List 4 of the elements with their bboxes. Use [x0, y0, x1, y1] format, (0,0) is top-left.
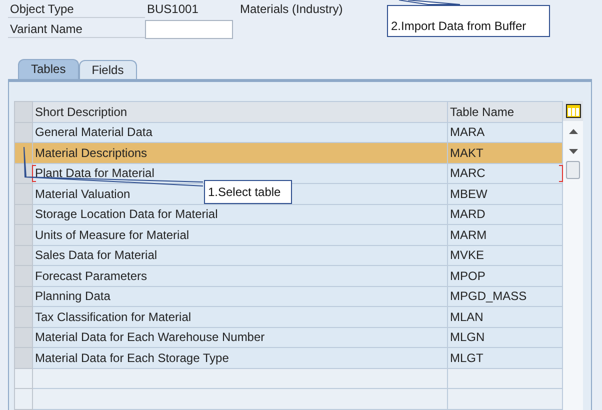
field-value: BUS1001 — [146, 1, 200, 18]
callout-label: 1.Select table — [204, 180, 292, 204]
field-label: Object Type — [8, 0, 145, 18]
field-description: Materials (Industry) — [240, 1, 343, 18]
